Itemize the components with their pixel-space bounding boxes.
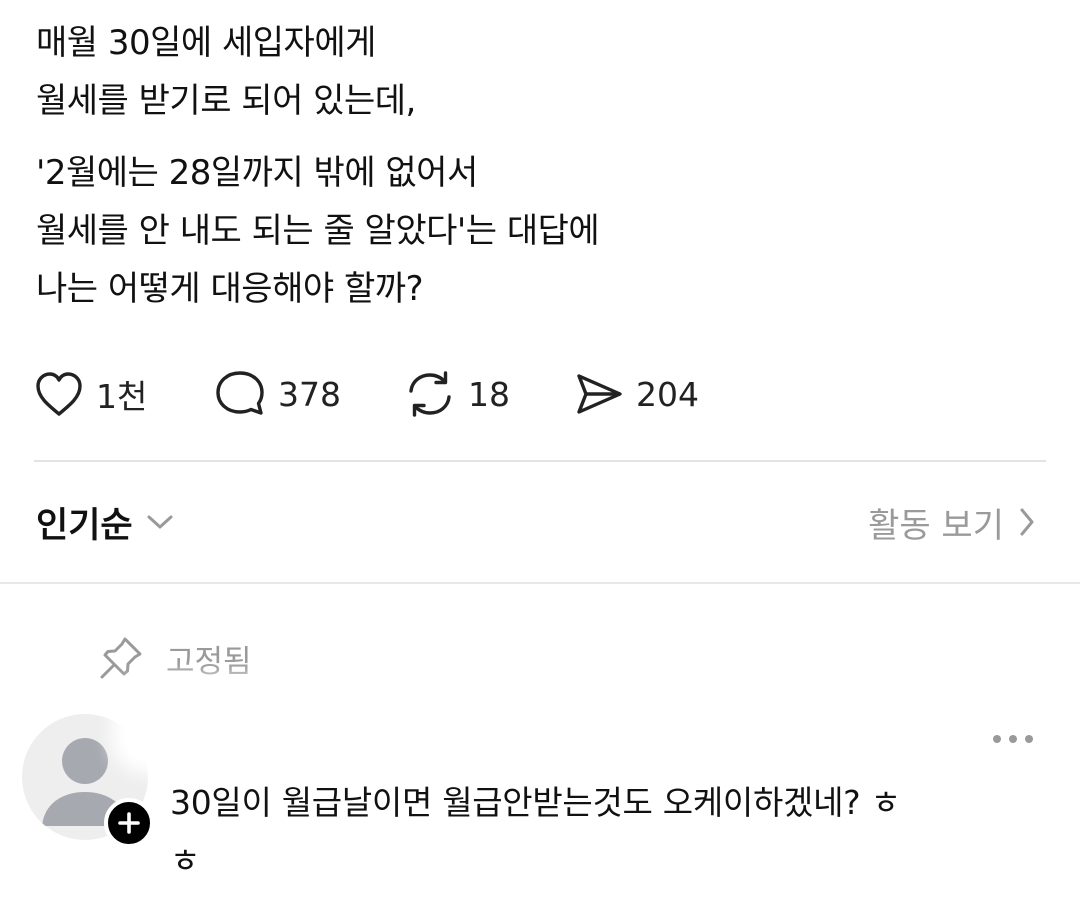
redacted-username-area	[126, 692, 968, 760]
like-button[interactable]: 1천	[34, 370, 214, 418]
post-text-line: 나는 어떻게 대응해야 할까?	[36, 269, 424, 309]
chevron-down-icon	[147, 515, 173, 529]
post-text-line: 월세를 안 내도 되는 줄 알았다'는 대답에	[36, 211, 600, 251]
repost-icon	[409, 371, 451, 417]
post-paragraph-1: 매월 30일에 세입자에게 월세를 받기로 되어 있는데,	[36, 14, 1046, 130]
heart-icon	[36, 372, 82, 416]
view-activity-button[interactable]: 활동 보기	[868, 492, 1036, 552]
post-body: 매월 30일에 세입자에게 월세를 받기로 되어 있는데, '2월에는 28일까…	[36, 14, 1046, 318]
post-text-line: 월세를 받기로 되어 있는데,	[36, 81, 416, 121]
post-paragraph-2: '2월에는 28일까지 밖에 없어서 월세를 안 내도 되는 줄 알았다'는 대…	[36, 144, 1046, 318]
comment-text-line: ㅎ	[170, 841, 201, 880]
comment-text: 30일이 월급날이면 월급안받는것도 오케이하겠네? ㅎ ㅎ	[170, 774, 1040, 890]
pinned-label: 고정됨	[166, 643, 252, 680]
divider	[34, 460, 1046, 462]
pinned-indicator: 고정됨	[98, 630, 252, 686]
more-options-button[interactable]	[990, 726, 1036, 752]
like-count: 1천	[96, 377, 148, 416]
more-horizontal-icon	[993, 735, 1033, 743]
sort-label: 인기순	[36, 505, 133, 546]
comment-text-line: 30일이 월급날이면 월급안받는것도 오케이하겠네? ㅎ	[170, 783, 901, 822]
follow-plus-button[interactable]	[104, 798, 154, 848]
pin-icon	[100, 637, 142, 679]
reply-count: 378	[278, 374, 341, 414]
divider	[0, 582, 1080, 584]
send-icon	[577, 374, 622, 414]
post-text-line: '2월에는 28일까지 밖에 없어서	[36, 153, 478, 193]
view-activity-label: 활동 보기	[868, 505, 1004, 546]
post-text-line: 매월 30일에 세입자에게	[36, 23, 376, 63]
reply-button[interactable]: 378	[214, 369, 404, 419]
plus-icon	[118, 812, 140, 834]
post-action-bar: 1천 378 18 204	[34, 364, 699, 424]
share-count: 204	[636, 374, 699, 414]
repost-count: 18	[468, 374, 510, 414]
chevron-right-icon	[1020, 508, 1034, 536]
comment-sort-bar: 인기순 활동 보기	[36, 492, 1036, 552]
share-button[interactable]: 204	[574, 370, 699, 418]
comment-bubble-icon	[216, 371, 264, 415]
sort-dropdown[interactable]: 인기순	[36, 492, 175, 552]
repost-button[interactable]: 18	[404, 369, 574, 419]
